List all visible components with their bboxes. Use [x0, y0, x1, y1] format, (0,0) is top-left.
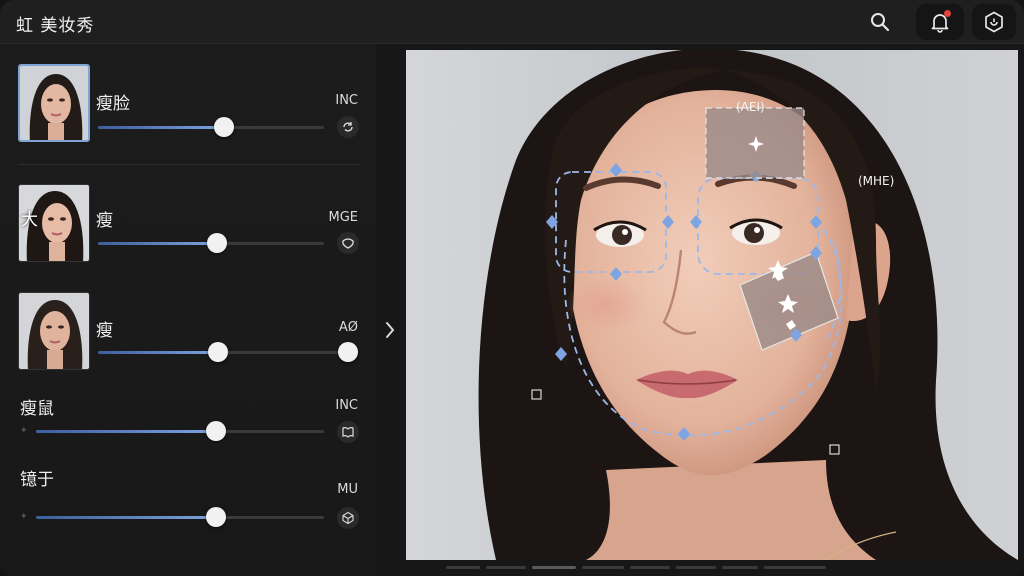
- row-title: 瘦: [96, 321, 113, 341]
- slider-knob[interactable]: [206, 421, 226, 441]
- search-icon: [871, 13, 890, 32]
- cube-icon: [342, 511, 354, 525]
- region-label-forehead: (AEI): [736, 100, 765, 114]
- slider-fill: [36, 430, 216, 433]
- row-code: AØ: [338, 320, 358, 335]
- lip-button[interactable]: [337, 507, 359, 529]
- page-indicator[interactable]: [446, 566, 480, 569]
- divider: [18, 164, 360, 165]
- page-indicator[interactable]: [630, 566, 670, 569]
- face-thumbnail-image: [20, 66, 88, 140]
- page-indicator[interactable]: [722, 566, 758, 569]
- region-label-cheek: (MHE): [858, 174, 895, 188]
- page-indicator[interactable]: [582, 566, 624, 569]
- face-thumbnail-2[interactable]: 大: [18, 184, 90, 262]
- reset-button[interactable]: [337, 116, 359, 138]
- row-title: 瘦: [96, 211, 113, 231]
- slider-fill: [36, 516, 216, 519]
- refresh-icon: [343, 122, 353, 132]
- notification-badge: [944, 10, 951, 17]
- search-button[interactable]: [860, 4, 900, 40]
- slider-knob[interactable]: [214, 117, 234, 137]
- row-code: MGE: [328, 210, 358, 225]
- face-shape-icon: [342, 238, 354, 249]
- page-indicator-active[interactable]: [532, 566, 576, 569]
- slider-end-knob[interactable]: [338, 342, 358, 362]
- plus-icon: ✦: [20, 512, 28, 522]
- adjustment-panel: 瘦脸 INC 大 瘦 MGE 瘦 AØ 瘦鼠 INC ✦ 镱于 MU ✦: [0, 44, 376, 576]
- book-icon: [342, 427, 354, 438]
- row-code: INC: [335, 93, 358, 108]
- notifications-button[interactable]: [916, 4, 964, 40]
- row-title: 镱于: [20, 470, 54, 490]
- row-title: 瘦鼠: [20, 399, 54, 419]
- face-thumbnail-image: [19, 293, 89, 369]
- row-code: INC: [335, 398, 358, 413]
- portrait-illustration: [406, 50, 1018, 560]
- slider-fill: [98, 242, 216, 245]
- slider-knob[interactable]: [207, 233, 227, 253]
- slider-knob[interactable]: [208, 342, 228, 362]
- page-indicator[interactable]: [764, 566, 826, 569]
- app-window: 虹 美妆秀 瘦脸 INC 大 瘦 MGE 瘦 AØ 瘦鼠 INC ✦ 镱于 MU…: [0, 0, 1024, 576]
- slider-fill: [98, 351, 216, 354]
- slider-track[interactable]: [98, 126, 324, 129]
- slider-fill: [98, 126, 224, 129]
- chevron-right-icon: [386, 322, 395, 338]
- app-title: 虹 美妆秀: [16, 16, 95, 36]
- page-indicator[interactable]: [676, 566, 716, 569]
- shield-icon: [985, 11, 1003, 33]
- face-thumbnail-1[interactable]: [18, 64, 90, 142]
- plus-icon: ✦: [20, 426, 28, 436]
- row-code: MU: [337, 482, 358, 497]
- slider-knob[interactable]: [206, 507, 226, 527]
- face-thumbnail-3[interactable]: [18, 292, 90, 370]
- shape-button[interactable]: [337, 232, 359, 254]
- slider-track[interactable]: [36, 516, 324, 519]
- shield-button[interactable]: [972, 4, 1016, 40]
- collapse-panel-button[interactable]: [378, 310, 402, 350]
- photo-canvas[interactable]: (AEI) (MHE): [406, 50, 1018, 560]
- top-bar: 虹 美妆秀: [0, 0, 1024, 44]
- row-title: 瘦脸: [96, 94, 130, 114]
- thumbnail-label: 大: [21, 210, 38, 230]
- nose-button[interactable]: [337, 421, 359, 443]
- page-indicator[interactable]: [486, 566, 526, 569]
- slider-track[interactable]: [36, 430, 324, 433]
